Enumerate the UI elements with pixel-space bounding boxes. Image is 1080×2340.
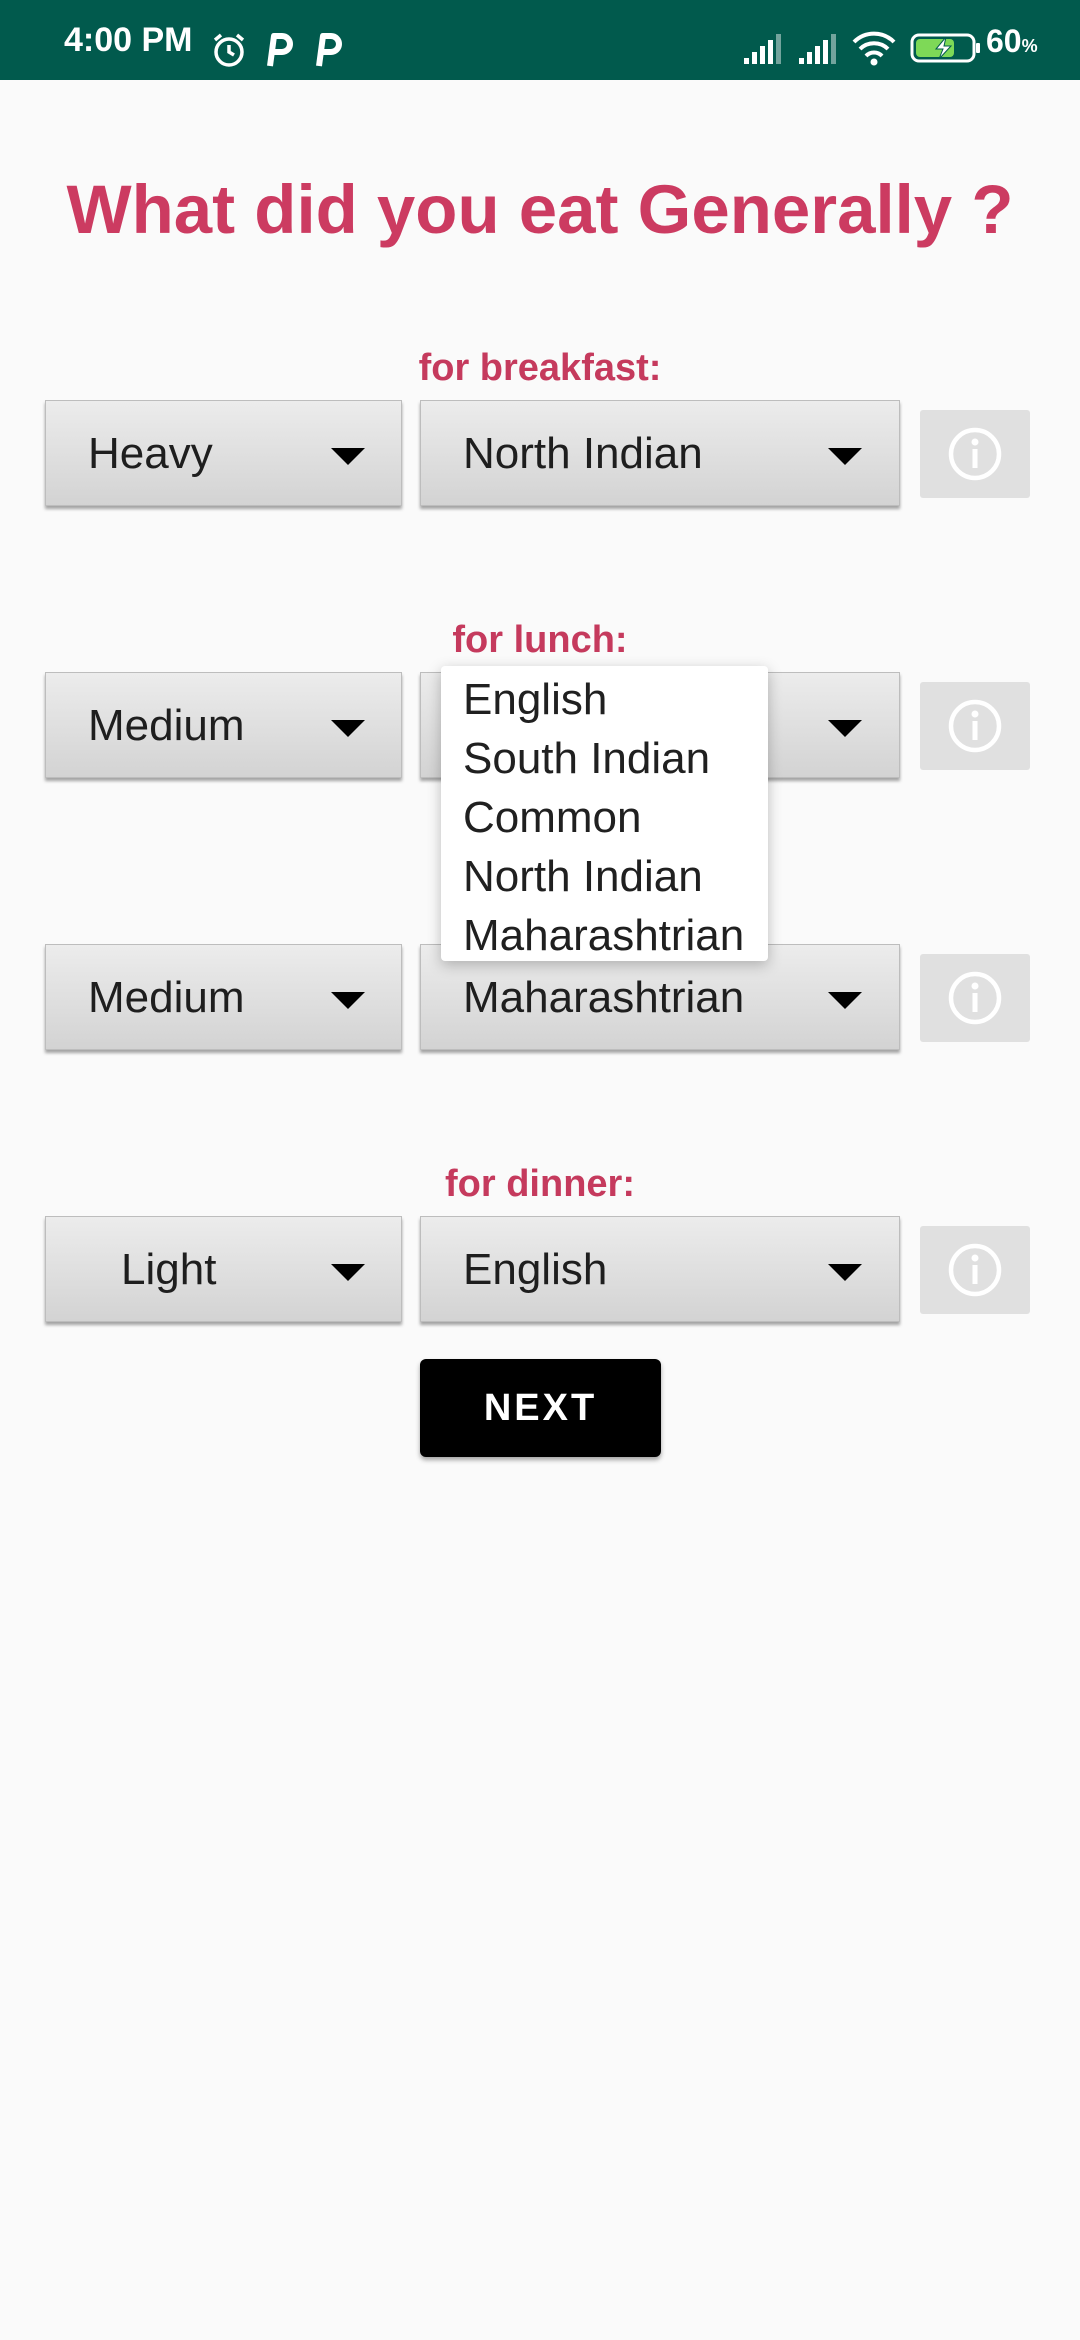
breakfast-cuisine-spinner[interactable]: North Indian (420, 400, 900, 506)
spinner-value: Medium (88, 973, 245, 1022)
dropdown-option-maharashtrian[interactable]: Maharashtrian (463, 907, 744, 965)
status-time: 4:00 PM (64, 21, 193, 59)
dropdown-arrow-icon (828, 992, 862, 1009)
dropdown-arrow-icon (331, 992, 365, 1009)
spinner-value: Light (121, 1245, 217, 1294)
wifi-icon (852, 31, 896, 66)
p-notification-icon (316, 33, 342, 67)
dropdown-option-north-indian[interactable]: North Indian (463, 848, 703, 906)
lunch-info-button[interactable] (920, 682, 1030, 770)
label-breakfast: for breakfast: (418, 347, 662, 389)
battery-charging-icon (910, 33, 980, 63)
alarm-icon (213, 33, 245, 67)
snack-info-button[interactable] (920, 954, 1030, 1042)
info-icon (948, 427, 1002, 481)
breakfast-amount-spinner[interactable]: Heavy (45, 400, 402, 506)
lunch-amount-spinner[interactable]: Medium (45, 672, 402, 778)
cell-signal-icon (744, 34, 781, 64)
dropdown-option-south-indian[interactable]: South Indian (463, 730, 710, 788)
dropdown-arrow-icon (828, 1264, 862, 1281)
dinner-info-button[interactable] (920, 1226, 1030, 1314)
battery-unit: % (1021, 36, 1038, 56)
dinner-cuisine-spinner[interactable]: English (420, 1216, 900, 1322)
dinner-amount-spinner[interactable]: Light (45, 1216, 402, 1322)
spinner-value: Heavy (88, 429, 213, 478)
snack-amount-spinner[interactable]: Medium (45, 944, 402, 1050)
cell-signal-icon (799, 34, 836, 64)
status-bar: 4:00 PM 60% (0, 0, 1080, 80)
dropdown-arrow-icon (331, 720, 365, 737)
p-notification-icon (267, 33, 293, 67)
cuisine-dropdown-menu: English South Indian Common North Indian… (441, 666, 768, 961)
dropdown-arrow-icon (331, 448, 365, 465)
spinner-value: English (463, 1245, 608, 1294)
breakfast-info-button[interactable] (920, 410, 1030, 498)
battery-level: 60% (986, 23, 1038, 64)
dropdown-option-english[interactable]: English (463, 671, 607, 729)
battery-value: 60 (986, 23, 1022, 59)
info-icon (948, 1243, 1002, 1297)
spinner-value: North Indian (463, 429, 703, 478)
page-title: What did you eat Generally ? (66, 171, 1014, 248)
label-lunch: for lunch: (452, 619, 628, 661)
dropdown-arrow-icon (828, 720, 862, 737)
dropdown-arrow-icon (828, 448, 862, 465)
label-dinner: for dinner: (445, 1163, 635, 1205)
info-icon (948, 971, 1002, 1025)
dropdown-arrow-icon (331, 1264, 365, 1281)
info-icon (948, 699, 1002, 753)
next-button[interactable]: NEXT (420, 1359, 661, 1457)
dropdown-option-common[interactable]: Common (463, 789, 642, 847)
spinner-value: Medium (88, 701, 245, 750)
